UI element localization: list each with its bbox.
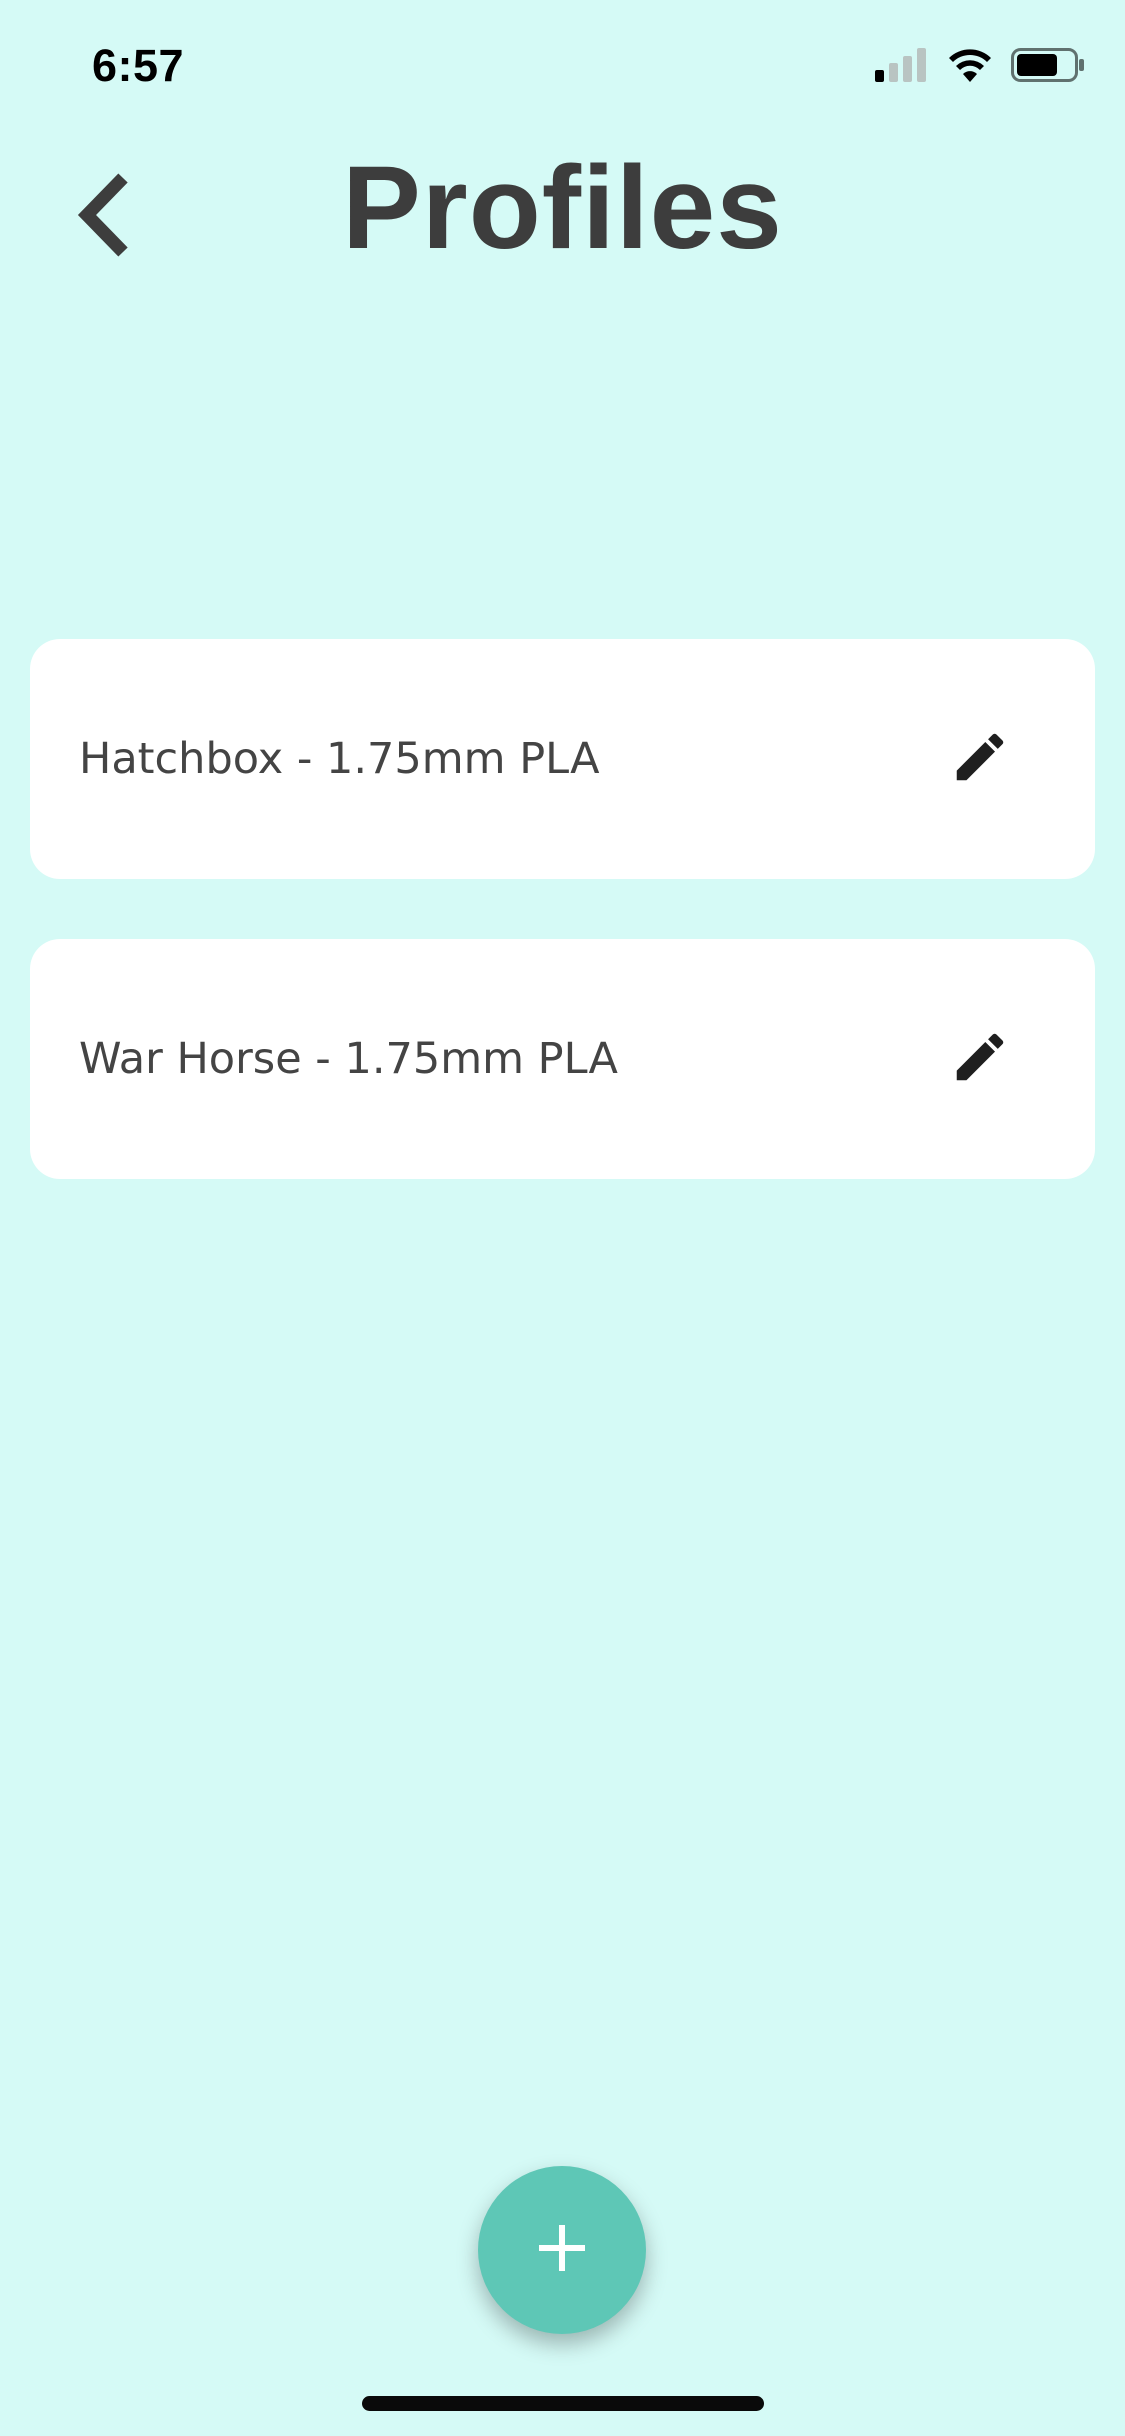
profile-name: Hatchbox - 1.75mm PLA — [79, 734, 600, 784]
profile-card[interactable]: War Horse - 1.75mm PLA — [30, 939, 1095, 1179]
edit-profile-button[interactable] — [945, 1024, 1015, 1094]
page-title: Profiles — [342, 142, 783, 274]
wifi-icon — [947, 48, 993, 87]
plus-icon — [537, 2223, 587, 2278]
status-bar: 6:57 — [0, 0, 1125, 132]
profile-card[interactable]: Hatchbox - 1.75mm PLA — [30, 639, 1095, 879]
add-profile-button[interactable] — [478, 2166, 646, 2334]
home-indicator[interactable] — [362, 2396, 764, 2411]
pencil-icon — [949, 1026, 1011, 1093]
battery-icon — [1011, 48, 1085, 87]
status-time: 6:57 — [92, 40, 185, 91]
pencil-icon — [949, 726, 1011, 793]
cellular-signal-icon — [875, 48, 929, 87]
profile-name: War Horse - 1.75mm PLA — [79, 1034, 618, 1084]
profile-list: Hatchbox - 1.75mm PLA War Horse - 1.75mm… — [30, 639, 1095, 1239]
navigation-bar: Profiles — [0, 132, 1125, 282]
edit-profile-button[interactable] — [945, 724, 1015, 794]
status-icons — [875, 48, 1085, 87]
